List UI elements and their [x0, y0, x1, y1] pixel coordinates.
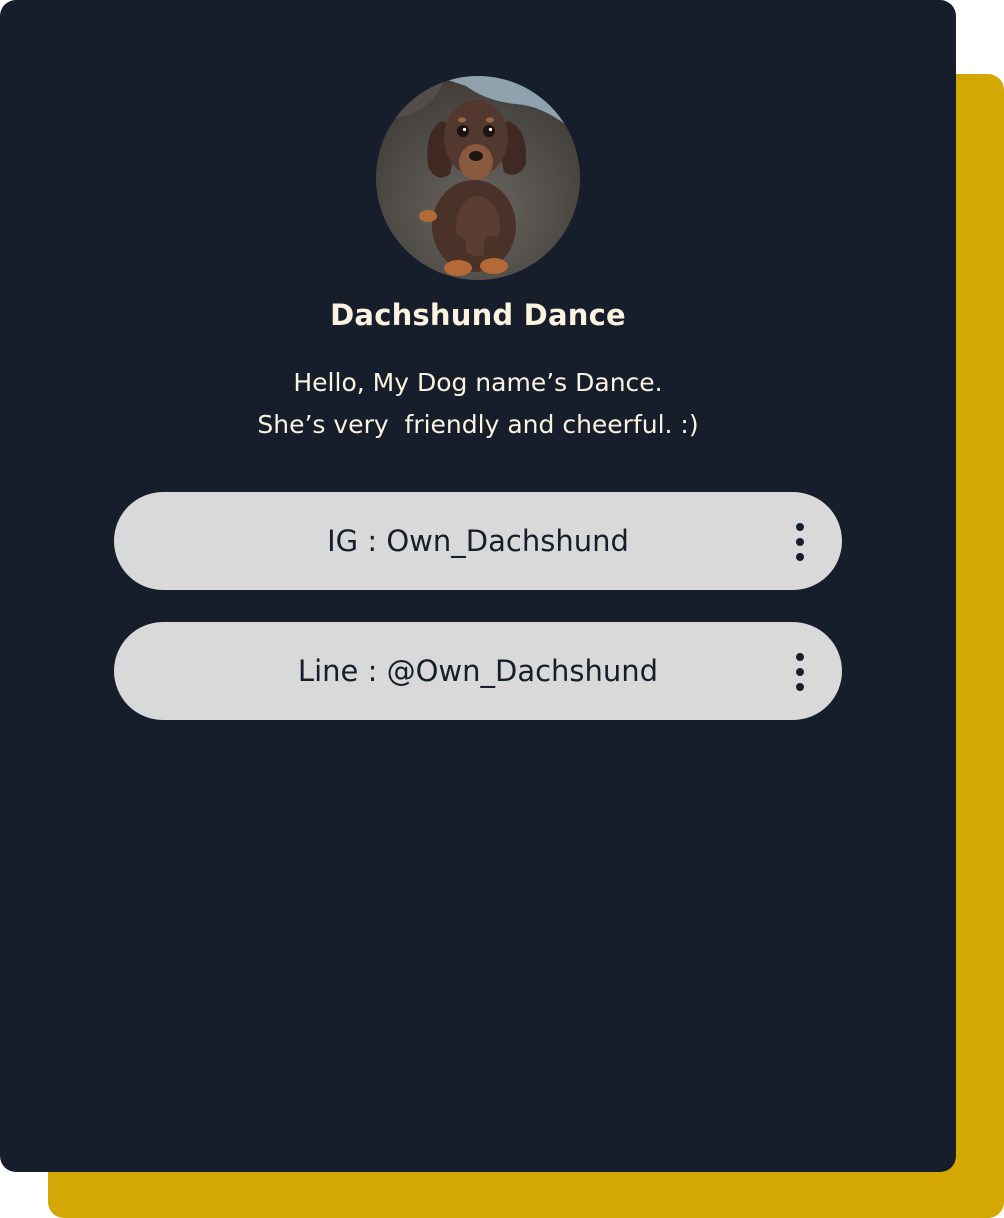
- avatar: [376, 76, 580, 280]
- line-link-button[interactable]: Line : @Own_Dachshund: [114, 622, 842, 720]
- instagram-link-label: IG : Own_Dachshund: [327, 524, 629, 558]
- bio-line-1: Hello, My Dog name’s Dance.: [293, 368, 663, 397]
- profile-page: Dachshund Dance Hello, My Dog name’s Dan…: [0, 0, 1004, 1218]
- profile-bio: Hello, My Dog name’s Dance. She’s very f…: [0, 362, 956, 446]
- instagram-link-button[interactable]: IG : Own_Dachshund: [114, 492, 842, 590]
- dachshund-photo-icon: [376, 76, 580, 280]
- profile-name: Dachshund Dance: [330, 298, 626, 332]
- bio-line-2: She’s very friendly and cheerful. :): [257, 410, 699, 439]
- profile-card: Dachshund Dance Hello, My Dog name’s Dan…: [0, 0, 956, 1172]
- more-vertical-icon[interactable]: [792, 523, 808, 561]
- more-vertical-icon[interactable]: [792, 653, 808, 691]
- line-link-label: Line : @Own_Dachshund: [297, 654, 659, 688]
